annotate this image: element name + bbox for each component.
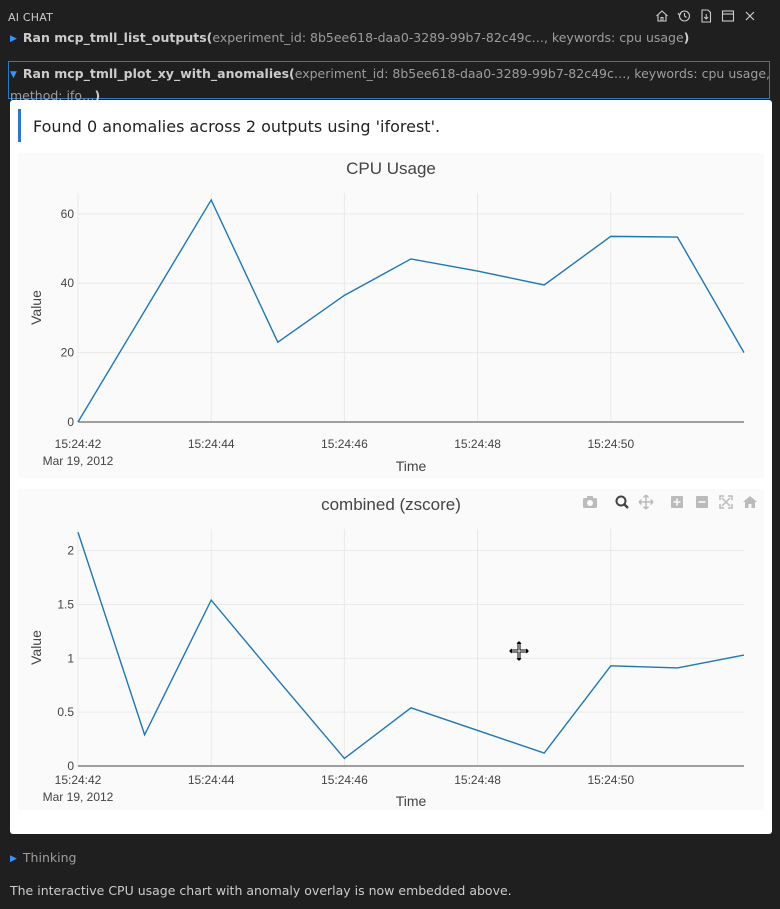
- series-line: [77, 198, 745, 423]
- x-tick-label: 15:24:42: [55, 437, 102, 451]
- zoom-in-icon[interactable]: [671, 496, 683, 508]
- reset-icon[interactable]: [743, 496, 757, 508]
- data-point: [675, 666, 679, 670]
- x-tick-label: 15:24:44: [188, 437, 235, 451]
- history-icon[interactable]: [676, 8, 692, 24]
- cpu-usage-chart[interactable]: 0 20 40 60 15:24:42 15:24:44 15:24:46 15:24:48 1…: [18, 153, 764, 478]
- thinking-toggle[interactable]: ▶ Thinking: [10, 850, 76, 865]
- expand-arrow-icon: ▶: [10, 34, 17, 44]
- x-tick-label: 15:24:50: [587, 437, 634, 451]
- data-point: [409, 706, 413, 710]
- tool-call-list-outputs[interactable]: ▶ Ran mcp_tmll_list_outputs(experiment_id…: [10, 30, 689, 45]
- home-icon[interactable]: [654, 8, 670, 24]
- data-point: [209, 598, 213, 602]
- result-summary-quote: Found 0 anomalies across 2 outputs using…: [18, 109, 765, 142]
- x-axis-label: Time: [396, 458, 427, 474]
- x-date-label: Mar 19, 2012: [43, 454, 114, 468]
- chart-title: combined (zscore): [321, 495, 461, 514]
- data-point: [209, 198, 213, 202]
- autoscale-icon[interactable]: [719, 495, 733, 509]
- zoom-icon[interactable]: [615, 495, 629, 509]
- y-tick-label: 0.5: [57, 705, 74, 719]
- close-icon[interactable]: [742, 8, 758, 24]
- x-date-label: Mar 19, 2012: [43, 790, 114, 804]
- y-axis-label: Value: [28, 630, 44, 665]
- data-point: [609, 664, 613, 668]
- data-point: [742, 653, 746, 657]
- x-tick-label: 15:24:48: [454, 437, 501, 451]
- series-line: [77, 532, 745, 760]
- y-tick-label: 2: [67, 544, 74, 558]
- result-summary: Found 0 anomalies across 2 outputs using…: [33, 117, 441, 136]
- data-point: [76, 420, 80, 424]
- data-point: [143, 733, 147, 737]
- x-tick-label: 15:24:42: [55, 773, 102, 787]
- x-tick-label: 15:24:44: [188, 773, 235, 787]
- data-point: [76, 530, 80, 534]
- data-point: [675, 235, 679, 239]
- y-axis-label: Value: [28, 290, 44, 325]
- header-actions: [654, 8, 758, 24]
- x-axis-label: Time: [396, 793, 427, 809]
- data-point: [276, 678, 280, 682]
- collapse-arrow-icon: ▼: [10, 70, 17, 80]
- data-point: [609, 234, 613, 238]
- tool-call-plot-xy-with-anomalies[interactable]: ▼ Ran mcp_tmll_plot_xy_with_anomalies(exp…: [10, 64, 770, 105]
- chat-header: AI CHAT: [0, 0, 780, 34]
- data-point: [476, 728, 480, 732]
- x-tick-label: 15:24:48: [454, 773, 501, 787]
- data-point: [742, 351, 746, 355]
- data-point: [542, 283, 546, 287]
- data-point: [542, 751, 546, 755]
- app-title: AI CHAT: [8, 11, 54, 24]
- y-tick-label: 60: [61, 207, 75, 221]
- move-cursor-icon: [509, 641, 529, 661]
- y-tick-label: 20: [61, 346, 75, 360]
- export-icon[interactable]: [698, 8, 714, 24]
- y-tick-label: 0: [67, 759, 74, 773]
- plot-cpu-usage[interactable]: 0 20 40 60 15:24:42 15:24:44 15:24:46 15:24:48 1…: [18, 153, 764, 478]
- chart-title: CPU Usage: [346, 159, 436, 178]
- data-point: [409, 257, 413, 261]
- plot-modebar: [583, 494, 757, 510]
- data-point: [476, 269, 480, 273]
- x-tick-label: 15:24:46: [321, 437, 368, 451]
- assistant-message: The interactive CPU usage chart with ano…: [10, 883, 512, 898]
- pan-icon[interactable]: [638, 494, 654, 510]
- plot-combined-zscore[interactable]: 0 0.5 1 1.5 2 15:24:42 15:24:44 15:24:46 15:24:4…: [18, 489, 764, 810]
- tool-result-panel: Found 0 anomalies across 2 outputs using…: [10, 100, 772, 834]
- y-tick-label: 40: [61, 276, 75, 290]
- data-point: [342, 756, 346, 760]
- y-tick-label: 1.5: [57, 597, 74, 611]
- x-tick-label: 15:24:46: [321, 773, 368, 787]
- zoom-out-icon[interactable]: [696, 496, 708, 508]
- camera-icon[interactable]: [583, 496, 597, 508]
- expand-arrow-icon: ▶: [10, 854, 17, 864]
- y-tick-label: 0: [67, 415, 74, 429]
- data-point: [342, 293, 346, 297]
- layout-icon[interactable]: [720, 8, 736, 24]
- combined-zscore-chart[interactable]: 0 0.5 1 1.5 2 15:24:42 15:24:44 15:24:46 15:24:4…: [18, 489, 764, 810]
- data-point: [276, 340, 280, 344]
- x-tick-label: 15:24:50: [587, 773, 634, 787]
- y-tick-label: 1: [67, 651, 74, 665]
- data-point: [143, 309, 147, 313]
